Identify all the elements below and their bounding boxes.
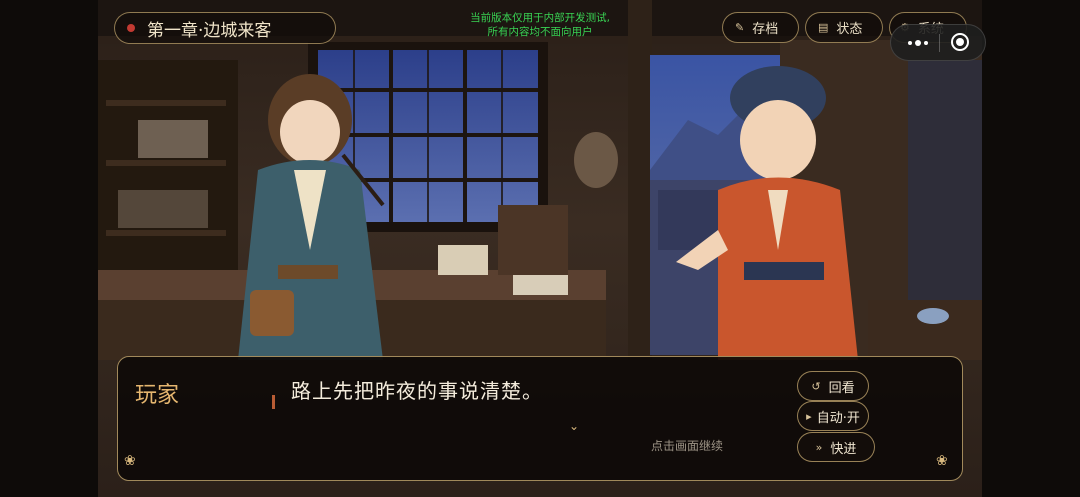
continue-hint: 点击画面继续 bbox=[651, 439, 724, 453]
speaker-marker-icon bbox=[272, 395, 275, 409]
target-icon[interactable] bbox=[951, 33, 969, 51]
dev-notice-line2: 所有内容均不面向用户 bbox=[487, 26, 593, 38]
dialogue-text: 路上先把昨夜的事说清楚。 bbox=[291, 379, 543, 403]
chapter-title: 第一章·边城来客 bbox=[147, 20, 272, 41]
more-dots-icon[interactable] bbox=[903, 34, 933, 52]
capsule-menu bbox=[890, 24, 986, 61]
corner-ornament-left-icon: ❀ bbox=[124, 453, 136, 469]
review-label: 回看 bbox=[828, 380, 855, 396]
corner-ornament-right-icon: ❀ bbox=[936, 453, 948, 469]
chapter-title-badge[interactable]: 第一章·边城来客 bbox=[114, 12, 336, 44]
chapter-dot bbox=[127, 24, 135, 32]
speaker-name: 玩家 bbox=[135, 383, 180, 408]
skip-button[interactable]: » 快进 bbox=[797, 432, 875, 462]
auto-play-label: 自动·开 bbox=[816, 410, 860, 426]
play-icon: ▸ bbox=[806, 409, 812, 423]
fast-forward-icon: » bbox=[815, 440, 823, 454]
dev-notice-line1: 当前版本仅用于内部开发测试, bbox=[470, 12, 610, 24]
scroll-icon: ▤ bbox=[818, 21, 829, 34]
brush-icon: ✎ bbox=[735, 21, 745, 34]
review-button[interactable]: ↺ 回看 bbox=[797, 371, 869, 401]
save-button[interactable]: ✎ 存档 bbox=[722, 12, 799, 43]
save-label: 存档 bbox=[752, 22, 779, 37]
status-button[interactable]: ▤ 状态 bbox=[805, 12, 883, 43]
continue-arrow-icon: ⌄ bbox=[569, 419, 580, 433]
skip-label: 快进 bbox=[830, 441, 857, 457]
status-label: 状态 bbox=[836, 22, 863, 37]
auto-play-button[interactable]: ▸ 自动·开 bbox=[797, 401, 869, 431]
review-icon: ↺ bbox=[811, 379, 821, 393]
dev-notice: 当前版本仅用于内部开发测试, 所有内容均不面向用户 bbox=[420, 11, 660, 39]
